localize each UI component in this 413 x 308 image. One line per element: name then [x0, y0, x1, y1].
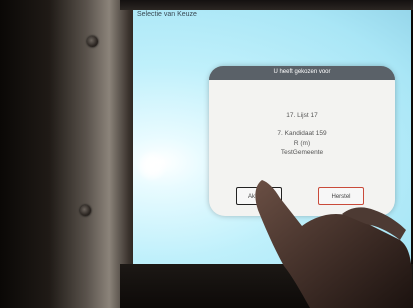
screw-icon: [87, 36, 98, 47]
monitor-bezel-left: [0, 0, 140, 308]
window-title: Selectie van Keuze: [137, 11, 197, 18]
photo: Selectie van Keuze U heeft gekozen voor …: [0, 0, 413, 308]
list-text: 17. Lijst 17: [286, 112, 318, 119]
municipality-text: TestGemeente: [280, 149, 324, 156]
screw-icon: [80, 205, 91, 216]
dialog-title: U heeft gekozen voor: [273, 69, 331, 75]
pointing-hand: [255, 180, 413, 308]
monitor-bezel-top: [120, 0, 413, 10]
candidate-text: 7. Kandidaat 159: [277, 130, 327, 137]
gender-text: R (m): [293, 140, 311, 147]
light-glare: [136, 150, 168, 182]
